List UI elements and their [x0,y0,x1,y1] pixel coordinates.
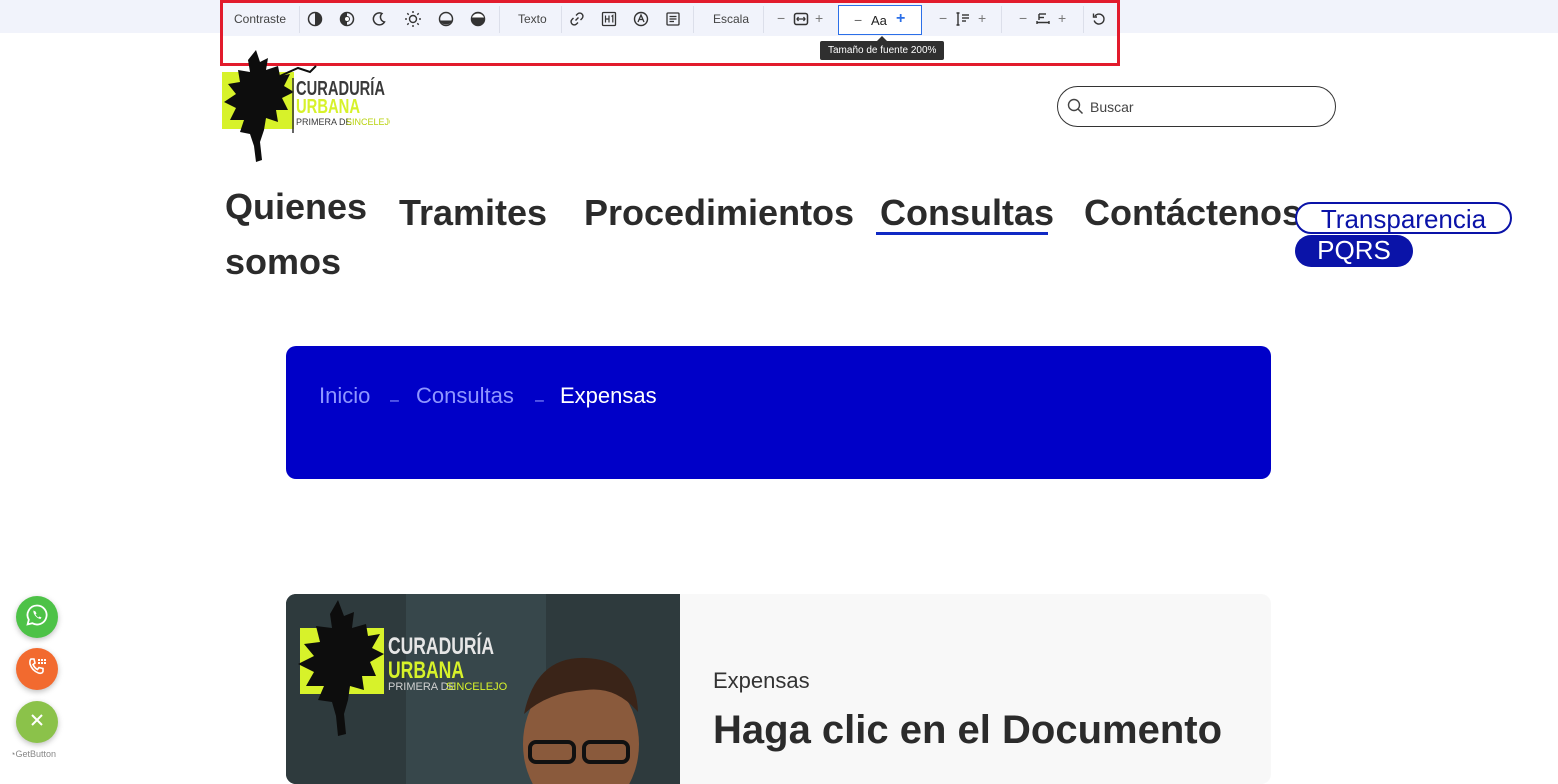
nav-item-procedimientos[interactable]: Procedimientos [584,186,854,240]
text-label: Texto [518,12,547,26]
toolbar-divider [499,6,500,33]
whatsapp-button[interactable] [16,596,58,638]
nav-item-quienes-somos-line1[interactable]: Quienes [225,180,367,234]
line-height-decrease-button[interactable]: − [939,11,947,25]
call-button[interactable] [16,648,58,690]
readable-font-icon[interactable] [631,9,651,29]
card-image: CURADURÍA URBANA PRIMERA DE SINCELEJO [286,594,680,784]
zoom-decrease-button[interactable]: − [777,11,785,25]
card-kicker: Expensas [713,668,810,693]
card-logo-line2: URBANA [388,657,464,684]
dark-mode-icon[interactable] [369,9,389,29]
logo-subtitle-b: SINCELEJO [346,117,390,127]
toolbar-divider [561,6,562,33]
breadcrumb-separator: – [535,392,544,409]
search-input[interactable] [1090,95,1320,119]
high-saturation-icon[interactable] [468,9,488,29]
nav-item-tramites[interactable]: Tramites [399,186,547,240]
close-icon [30,713,44,732]
pqrs-button[interactable]: PQRS [1295,235,1413,267]
breadcrumb-banner [286,346,1271,479]
font-size-increase-button[interactable]: + [896,10,905,28]
invert-colors-icon[interactable] [337,9,357,29]
card-logo-line1: CURADURÍA [388,632,494,660]
toolbar-divider [763,6,764,33]
nav-item-contactenos[interactable]: Contáctenos [1084,186,1302,240]
font-size-decrease-button[interactable]: − [854,12,862,28]
light-mode-icon[interactable] [403,9,423,29]
reset-icon[interactable] [1089,9,1109,29]
card-title[interactable]: Haga clic en el Documento [713,708,1222,753]
low-saturation-icon[interactable] [436,9,456,29]
line-height-increase-button[interactable]: + [978,11,986,25]
toolbar-divider [693,6,694,33]
card-logo-subtitle-b: SINCELEJO [446,681,508,693]
link-highlight-icon[interactable] [567,9,587,29]
breadcrumb-consultas[interactable]: Consultas [416,383,514,409]
breadcrumb-home[interactable]: Inicio [319,383,370,409]
zoom-icon [791,9,811,29]
font-size-control: − Aa + [838,5,922,35]
nav-item-quienes-somos-line2[interactable]: somos [225,235,341,289]
font-size-tooltip: Tamaño de fuente 200% [820,36,945,60]
logo-title-line2: URBANA [296,96,360,118]
phone-icon [25,655,49,684]
toolbar-divider [1083,6,1084,33]
contrast-icon[interactable] [305,9,325,29]
font-size-sample: Aa [871,13,887,28]
close-floating-menu-button[interactable] [16,701,58,743]
search-box [1057,86,1336,127]
scale-label: Escala [713,12,750,26]
content-card[interactable]: CURADURÍA URBANA PRIMERA DE SINCELEJO Ex… [286,594,1271,784]
accessibility-toolbar-row: Contraste Texto Escala − + − Aa + − + − … [223,3,1117,36]
letter-spacing-increase-button[interactable]: + [1058,11,1066,25]
letter-spacing-icon [1033,9,1053,29]
getbutton-brand: GetButton [15,749,56,759]
getbutton-credit[interactable]: ◔GetButton [10,749,56,759]
whatsapp-icon [25,603,49,632]
zoom-increase-button[interactable]: + [815,11,823,25]
nav-active-indicator [876,232,1048,235]
search-icon[interactable] [1067,98,1084,120]
contrast-label: Contraste [234,12,287,26]
letter-spacing-decrease-button[interactable]: − [1019,11,1027,25]
toolbar-divider [1001,6,1002,33]
logo-subtitle-a: PRIMERA DE [296,117,352,127]
transparencia-button[interactable]: Transparencia [1295,202,1512,234]
site-logo[interactable]: CURADURÍA URBANA PRIMERA DE SINCELEJO [220,48,396,166]
breadcrumb-separator: – [390,392,399,409]
heading-icon[interactable] [599,9,619,29]
toolbar-divider [299,6,300,33]
text-magnifier-icon[interactable] [663,9,683,29]
breadcrumb-current: Expensas [560,383,657,408]
line-height-icon [953,9,973,29]
